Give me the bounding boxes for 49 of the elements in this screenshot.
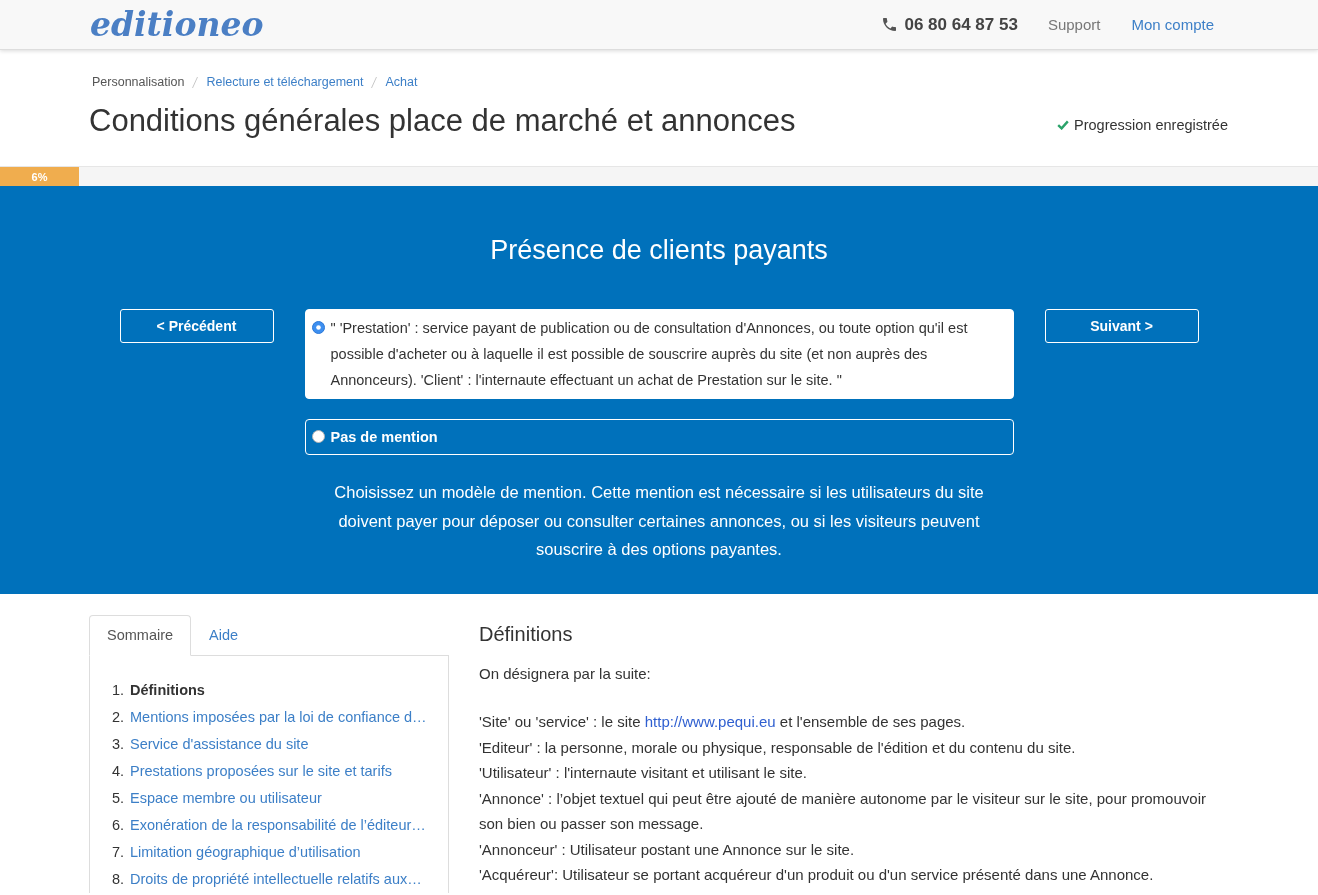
summary-link[interactable]: Limitation géographique d’utilisation [130,838,361,866]
item-number: 5. [112,788,126,808]
radio-button[interactable] [311,430,325,443]
radio-button[interactable] [311,321,325,334]
definition-text: 'Annonceur' : Utilisateur postant une Annonce sur le site. [479,839,856,860]
page-title: Conditions générales place de marché et annonces [89,103,796,139]
phone-icon [883,18,897,31]
item-number: 8. [112,869,126,889]
summary-link[interactable]: Prestations proposées sur le site et tarifs [130,757,392,785]
summary-link[interactable]: Mentions imposées par la loi de confiance d… [130,703,427,731]
summary-link[interactable]: Droits de propriété intellectuelle relatifs aux… [130,865,422,893]
site-link[interactable]: http://www.pequi.eu [644,713,776,730]
item-number: 4. [112,761,126,781]
definition-text: 'Editeur' : la personne, morale ou physique, responsable de l'édition et du contenu du site. [479,737,1077,758]
section-heading: Définitions [479,621,574,646]
tab[interactable]: Aide [191,614,257,656]
breadcrumb-link[interactable]: Personnalisation [92,74,185,90]
breadcrumb-link[interactable]: Achat [385,74,418,90]
help-text: Choisissez un modèle de mention. Cette mention est nécessaire si les utilisateurs du site doivent payer pour déposer ou consulter certaines annonces, ou si les visiteurs peuvent souscrire à des options payantes. [333,482,985,560]
slash-icon [371,76,378,88]
definition-text: 'Annonce' : l’objet textuel qui peut être ajouté de manière autonome par le visiteur sur le site, pour promouvoir son bien ou passer son message. [479,788,1207,834]
nav-link[interactable]: Support [1047,16,1101,33]
summary-link[interactable]: Exonération de la responsabilité de l’éditeur… [130,811,426,839]
item-number: 7. [112,842,126,862]
item-number: 6. [112,815,126,835]
definition-text: 'Acquéreur': Utilisateur se portant acquéreur d'un produit ou d'un service présenté dans une Annonce. [479,865,1155,885]
tab[interactable]: Sommaire [89,614,192,656]
intro-text: On désignera par la suite: [479,663,652,684]
slash-icon [192,76,199,88]
radio-option[interactable]: Pas de mention [304,419,1014,455]
summary-link[interactable]: Service d'assistance du site [130,730,309,758]
next-button[interactable]: Suivant > [1044,309,1199,343]
item-number: 3. [112,734,126,754]
nav-link[interactable]: Mon compte [1131,16,1214,33]
saved-status: Progression enregistrée [1074,116,1228,133]
item-number: 1. [112,680,126,700]
summary-link[interactable]: Espace membre ou utilisateur [130,784,322,812]
progress-label: 6% [31,170,48,183]
phone-number: 06 80 64 87 53 [904,14,1018,35]
previous-button[interactable]: < Précédent [119,309,274,343]
site-logo[interactable]: editioneo [90,8,264,41]
breadcrumb-link[interactable]: Relecture et téléchargement [206,74,364,90]
definition-text: 'Site' ou 'service' : le site http://www.pequi.eu et l'ensemble de ses pages. [479,712,967,732]
item-number: 2. [112,707,126,727]
definition-text: 'Utilisateur' : l'internaute visitant et utilisant le site. [479,763,808,783]
step-title: Présence de clients payants [490,234,828,266]
summary-link[interactable]: Définitions [130,676,205,704]
check-icon [1057,119,1070,130]
radio-option[interactable]: " 'Prestation' : service payant de publication ou de consultation d'Annonces, ou toute option qu'il est possible d'acheter ou à laquelle il est possible de souscrire auprès du site (et non auprès des Annonceurs). 'Client' : l'internaute effectuant un achat de Prestation sur le site. " [304,309,1014,399]
